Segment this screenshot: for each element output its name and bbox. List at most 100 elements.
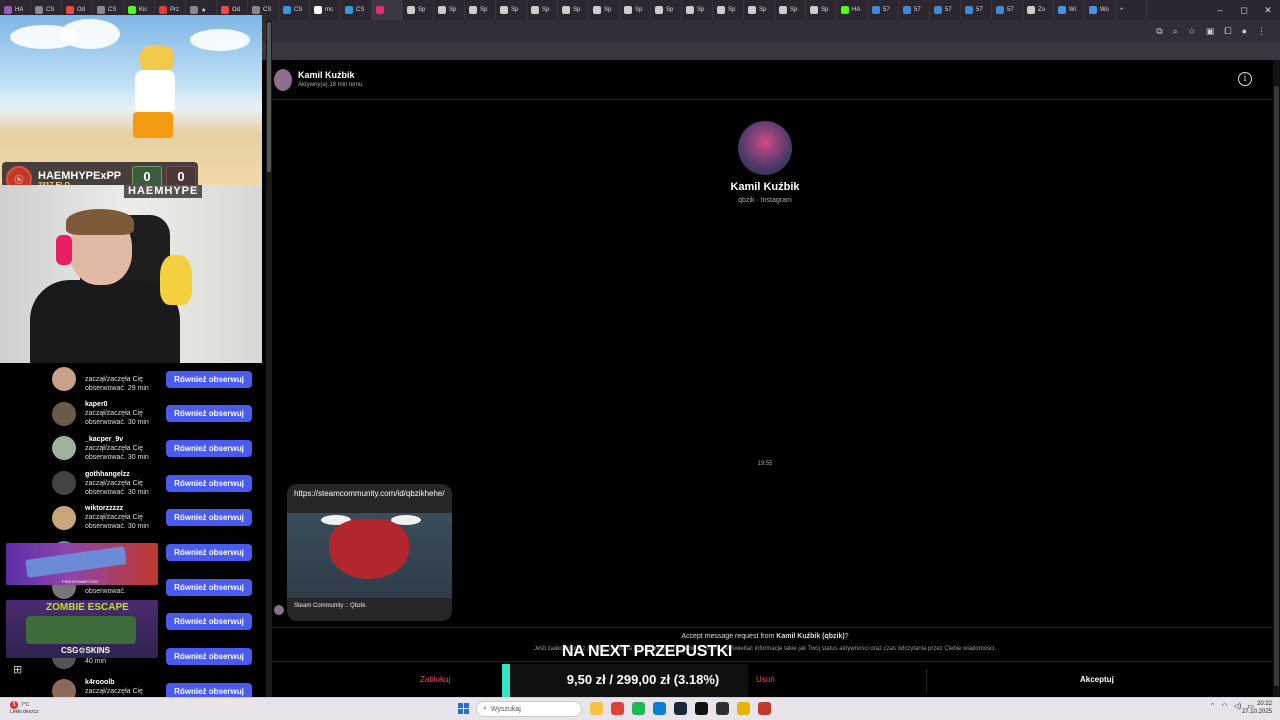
star-icon[interactable]: ☆ (1188, 26, 1196, 37)
steam-icon[interactable] (674, 702, 687, 715)
browser-tab[interactable]: HA (837, 0, 868, 20)
accept-button[interactable]: Akceptuj (1080, 675, 1114, 684)
link-preview-image[interactable] (287, 513, 452, 598)
browser-tab[interactable]: 57 (899, 0, 930, 20)
browser-tab[interactable]: Sp (744, 0, 775, 20)
pen-icon[interactable] (737, 702, 750, 715)
follow-back-button[interactable]: Również obserwuj (166, 509, 252, 527)
follower-avatar[interactable] (52, 471, 76, 496)
browser-tab[interactable]: 57 (930, 0, 961, 20)
browser-tab[interactable]: Sp (434, 0, 465, 20)
browser-tab[interactable]: Sp (620, 0, 651, 20)
chat-scrollbar[interactable] (1273, 60, 1280, 697)
header-name[interactable]: Kamil Kuźbik (298, 70, 355, 80)
zoom-icon[interactable]: ⌕ (1173, 26, 1178, 37)
maximize-button[interactable]: ◻ (1232, 0, 1256, 20)
close-button[interactable]: ✕ (1256, 0, 1280, 20)
browser-tab[interactable]: 57 (868, 0, 899, 20)
browser-tab[interactable]: 57 (961, 0, 992, 20)
puzzle-icon[interactable]: ⧠ (1224, 26, 1231, 37)
follower-row: k4rooolbzaczął/zaczęła Cię obserwować. 4… (52, 674, 262, 697)
follower-avatar[interactable] (52, 679, 76, 697)
follow-back-button[interactable]: Również obserwuj (166, 682, 252, 697)
follow-back-button[interactable]: Również obserwuj (166, 439, 252, 457)
follower-name[interactable]: wiktorzzzzz (85, 505, 123, 512)
info-icon[interactable]: i (1238, 72, 1252, 86)
minimize-button[interactable]: – (1208, 0, 1232, 20)
tab-label: Od (77, 7, 86, 13)
browser-tab[interactable]: Wo (1085, 0, 1116, 20)
follow-back-button[interactable]: Również obserwuj (166, 474, 252, 492)
tab-label: Sp (728, 7, 736, 13)
tab-label: Sp (449, 7, 457, 13)
follow-back-button[interactable]: Również obserwuj (166, 578, 252, 596)
browser-tab[interactable]: Sp (713, 0, 744, 20)
tab-label: 57 (883, 7, 890, 13)
browser-tab[interactable]: Sp (465, 0, 496, 20)
browser-tab[interactable]: 57 (992, 0, 1023, 20)
taskbar-clock[interactable]: 20:22 27.10.2025 (1242, 700, 1272, 716)
browser-tab[interactable]: Sp (682, 0, 713, 20)
file-explorer-icon[interactable] (590, 702, 603, 715)
follower-name[interactable]: _kacper_9v (85, 436, 123, 443)
browser-tab[interactable]: Wi (1054, 0, 1085, 20)
tab-favicon-icon (469, 6, 477, 14)
weather-widget[interactable]: 1 7°C Lekki deszcz (10, 701, 39, 716)
volume-icon[interactable]: ◁) (1234, 702, 1242, 710)
message-link[interactable]: https://steamcommunity.com/id/qbzikhehe/ (287, 484, 452, 513)
taskbar-search[interactable]: ⌕ Wyszukaj (476, 701, 582, 717)
browser-tab[interactable]: Sp (496, 0, 527, 20)
edge-icon[interactable] (653, 702, 666, 715)
follower-avatar[interactable] (52, 436, 76, 461)
follower-avatar[interactable] (52, 367, 76, 391)
browser-tab[interactable]: Sp (558, 0, 589, 20)
windows-start-icon[interactable] (458, 703, 469, 714)
browser-tab[interactable]: Sp (403, 0, 434, 20)
follower-name[interactable]: k4rooolb (85, 679, 115, 686)
obs-icon[interactable] (716, 702, 729, 715)
browser-tab[interactable]: mc (310, 0, 341, 20)
chevron-up-icon[interactable]: ⌃ (1210, 702, 1216, 710)
tab-label: Sp (790, 7, 798, 13)
browser-tab[interactable]: Sp (651, 0, 682, 20)
browser-tab[interactable] (372, 0, 403, 20)
follow-back-button[interactable]: Również obserwuj (166, 648, 252, 666)
browser-tab[interactable]: CS (279, 0, 310, 20)
browser-tab[interactable]: Sp (527, 0, 558, 20)
follower-name[interactable]: kaper0 (85, 401, 108, 408)
follow-back-button[interactable]: Również obserwuj (166, 544, 252, 561)
tab-favicon-icon (934, 6, 942, 14)
network-icon[interactable]: ◠ (1222, 702, 1228, 710)
follow-back-button[interactable]: Również obserwuj (166, 613, 252, 631)
follow-back-button[interactable]: Również obserwuj (166, 370, 252, 388)
profile-icon[interactable]: ● (1242, 26, 1247, 36)
cast-icon[interactable]: ⧉ (1156, 26, 1162, 37)
webcam-feed: HAEMHYPE (0, 185, 262, 363)
tab-favicon-icon (655, 6, 663, 14)
extension-icon[interactable]: ▣ (1206, 26, 1215, 37)
link-message[interactable]: https://steamcommunity.com/id/qbzikhehe/… (287, 484, 452, 621)
tiktok-icon[interactable] (695, 702, 708, 715)
follower-name[interactable]: gothhangelzz (85, 471, 130, 478)
tab-label: 57 (945, 7, 952, 13)
new-tab-button[interactable]: + (1116, 0, 1147, 20)
browser-tab[interactable]: Sp (775, 0, 806, 20)
app-icon[interactable] (758, 702, 771, 715)
block-button[interactable]: Zablokuj (420, 675, 450, 684)
browser-tab[interactable]: CS (341, 0, 372, 20)
browser-tab[interactable]: Sp (806, 0, 837, 20)
tab-favicon-icon (314, 6, 322, 14)
browser-tab[interactable]: Zo (1023, 0, 1054, 20)
tab-favicon-icon (593, 6, 601, 14)
header-avatar[interactable] (274, 69, 292, 91)
browser-tab[interactable]: Sp (589, 0, 620, 20)
profile-avatar[interactable] (738, 121, 792, 175)
profile-subtitle: qbzik · Instagram (738, 197, 792, 204)
clock-time: 20:22 (1256, 701, 1272, 707)
follower-avatar[interactable] (52, 505, 76, 530)
chrome-icon[interactable] (611, 702, 624, 715)
follower-avatar[interactable] (52, 401, 76, 426)
menu-icon[interactable]: ⋮ (1257, 26, 1266, 37)
follow-back-button[interactable]: Również obserwuj (166, 405, 252, 423)
spotify-icon[interactable] (632, 702, 645, 715)
